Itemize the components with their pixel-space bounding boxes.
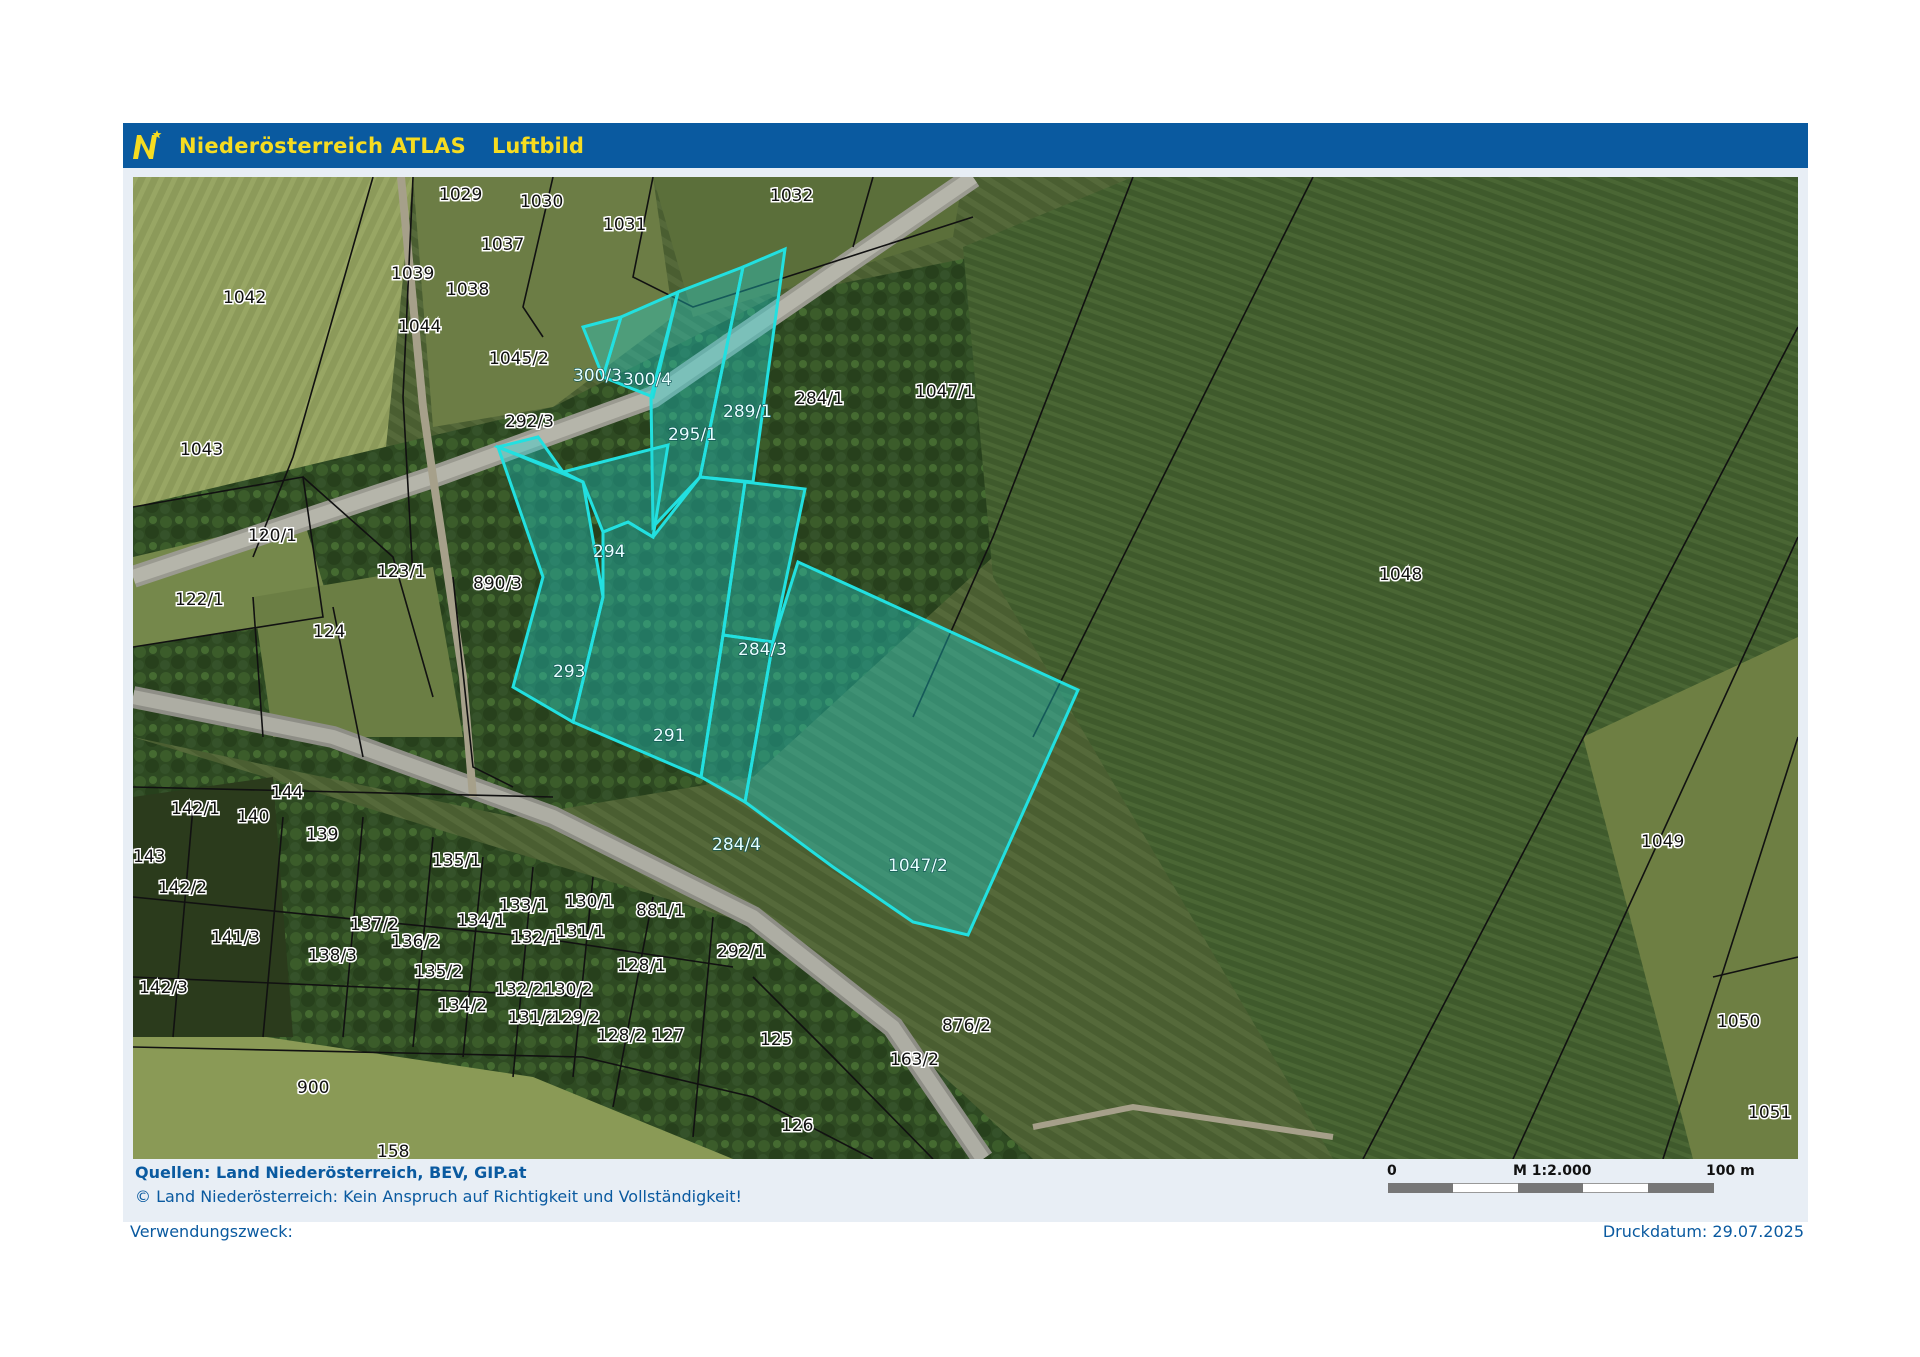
parcel-label: 134/1 [457,911,506,931]
layer-title: Luftbild [492,134,584,158]
parcel-label: 1042 [223,288,266,308]
highlight-label: 295/1 [668,425,717,445]
parcel-label: 142/2 [158,878,207,898]
app-title: Niederösterreich ATLAS [179,134,467,158]
parcel-label: 132/2 [495,980,544,1000]
parcel-label: 123/1 [377,562,426,582]
highlight-label: 284/4 [712,835,761,855]
purpose-label: Verwendungszweck: [130,1222,293,1241]
parcel-label: 130/1 [565,892,614,912]
scale-start-label: 0 [1387,1163,1397,1179]
parcel-label: 131/1 [556,922,605,942]
parcel-label: 135/1 [432,851,481,871]
highlight-label: 294 [593,542,625,562]
parcel-label: 140 [237,807,269,827]
map-sheet: Niederösterreich ATLAS Luftbild 1029 103… [123,123,1808,1222]
header-bar: Niederösterreich ATLAS Luftbild [123,123,1808,168]
highlight-label: 289/1 [723,402,772,422]
parcel-label: 1031 [603,215,646,235]
highlight-label: 293 [553,662,585,682]
parcel-label: 1048 [1379,565,1422,585]
parcel-label: 284/1 [795,389,844,409]
parcel-label: 881/1 [636,901,685,921]
highlight-label: 300/3 [573,366,622,386]
noe-logo-icon [133,130,162,159]
parcel-label: 127 [652,1026,684,1046]
parcel-label: 163/2 [890,1050,939,1070]
sources-credit: Quellen: Land Niederösterreich, BEV, GIP… [135,1163,527,1182]
parcel-label: 130/2 [544,980,593,1000]
parcel-label: 158 [377,1142,409,1159]
parcel-label: 124 [313,622,345,642]
parcel-label: 1030 [520,192,563,212]
parcel-label: 133/1 [499,896,548,916]
parcel-label: 141/3 [211,928,260,948]
parcel-label: 144 [271,783,303,803]
parcel-label: 132/1 [511,928,560,948]
parcel-label: 128/1 [617,956,666,976]
parcel-label: 1039 [391,264,434,284]
parcel-label: 1049 [1641,832,1684,852]
parcel-label: 142/1 [171,799,220,819]
parcel-label: 1050 [1717,1012,1760,1032]
aerial-map[interactable]: 1029 1030 1032 1031 1037 1039 1038 1042 … [133,177,1798,1159]
parcel-label: 890/3 [473,574,522,594]
copyright-notice: © Land Niederösterreich: Kein Anspruch a… [135,1187,742,1206]
highlight-label: 300/4 [623,370,672,390]
parcel-label: 139 [306,825,338,845]
highlight-label: 291 [653,726,685,746]
parcel-label: 292/1 [717,942,766,962]
parcel-label: 120/1 [248,526,297,546]
parcel-label: 135/2 [414,962,463,982]
parcel-label: 129/2 [551,1008,600,1028]
parcel-label: 125 [760,1030,792,1050]
map-canvas[interactable]: 1029 1030 1032 1031 1037 1039 1038 1042 … [133,177,1798,1159]
parcel-label: 136/2 [391,932,440,952]
parcel-label: 1037 [481,235,524,255]
highlight-label: 1047/2 [888,856,948,876]
parcel-label: 1032 [770,186,813,206]
parcel-label: 126 [781,1116,813,1136]
parcel-label: 900 [297,1078,329,1098]
parcel-label: 122/1 [175,590,224,610]
parcel-label: 1051 [1748,1103,1791,1123]
parcel-label: 142/3 [139,978,188,998]
scale-bar [1388,1183,1714,1193]
parcel-label: 1043 [180,440,223,460]
parcel-label: 138/3 [308,946,357,966]
scale-ratio-label: M 1:2.000 [1513,1163,1592,1179]
field-west-2 [253,567,463,737]
parcel-label: 292/3 [505,412,554,432]
parcel-label: 143 [133,847,165,867]
parcel-label: 1047/1 [915,382,975,402]
highlight-label: 284/3 [738,640,787,660]
print-date: Druckdatum: 29.07.2025 [1602,1222,1804,1241]
parcel-label: 1038 [446,280,489,300]
parcel-label: 128/2 [597,1026,646,1046]
parcel-label: 1044 [398,317,441,337]
parcel-label: 876/2 [942,1016,991,1036]
scale-end-label: 100 m [1706,1163,1755,1179]
parcel-label: 1029 [439,185,482,205]
parcel-label: 134/2 [438,996,487,1016]
parcel-label: 1045/2 [489,349,549,369]
parcel-label: 131/2 [508,1008,557,1028]
